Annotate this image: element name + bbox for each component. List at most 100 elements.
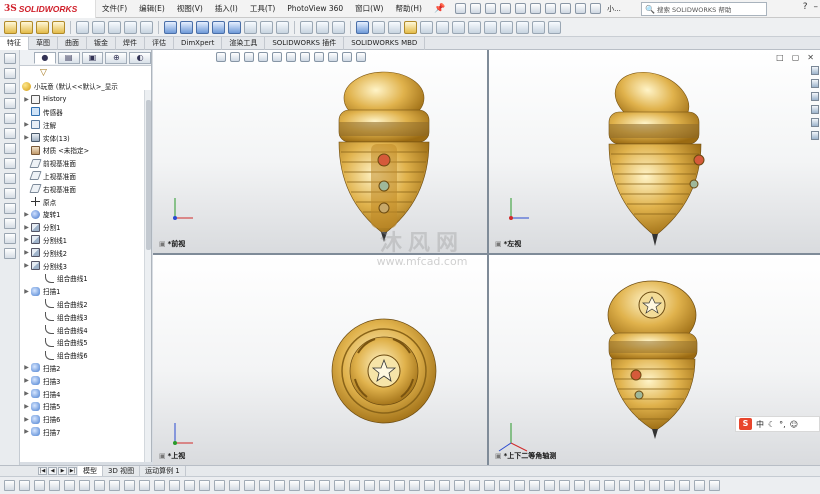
dimxpert-tab-icon[interactable]: ⊕ [105,51,128,64]
expand-arrow-icon[interactable]: ▶ [22,390,31,397]
curves-icon[interactable] [316,20,329,34]
rebuild-icon[interactable] [560,3,572,14]
zoom-area-icon[interactable] [484,20,497,34]
minimize-icon[interactable]: – [814,2,819,12]
construction-icon[interactable] [349,480,360,491]
viewport-splitter-vertical[interactable] [487,50,489,465]
resources-icon[interactable] [811,66,819,75]
expand-arrow-icon[interactable]: ▶ [22,403,31,410]
tree-item[interactable]: 原点 [22,195,151,208]
tool-icon[interactable] [3,98,16,109]
options-gear-icon[interactable] [590,3,602,14]
tree-item[interactable]: ▶ 扫描1 [22,285,151,298]
tool-icon[interactable] [3,128,16,139]
decal-icon[interactable] [649,480,660,491]
relation-icon[interactable] [244,480,255,491]
section-view-icon[interactable] [452,20,465,34]
tree-item[interactable]: 组合曲线3 [22,310,151,323]
tab-surfaces[interactable]: 曲面 [58,37,87,50]
tree-item[interactable]: 上视基准面 [22,170,151,183]
tree-item[interactable]: ▶ 扫描4 [22,387,151,400]
move-icon[interactable] [229,480,240,491]
view-icon[interactable] [679,480,690,491]
shaded-sketch-icon[interactable] [319,480,330,491]
draft-icon[interactable] [212,20,225,34]
undo-icon[interactable] [530,3,542,14]
expand-arrow-icon[interactable]: ▶ [22,236,31,243]
ime-toolbar[interactable]: S 中 ☾ °, ☺ [735,416,820,432]
parabola-icon[interactable] [439,480,450,491]
menu-view[interactable]: 视图(V) [171,3,209,14]
point-icon[interactable] [139,480,150,491]
tab-render-tools[interactable]: 渲染工具 [222,37,266,50]
pan-icon[interactable] [694,480,705,491]
intersect-icon[interactable] [260,20,273,34]
tree-item[interactable]: ▶ 扫描6 [22,413,151,426]
tool-icon[interactable] [3,233,16,244]
arc-icon[interactable] [79,480,90,491]
trim-icon[interactable] [154,480,165,491]
tree-item[interactable]: ▶ 分割1 [22,221,151,234]
tree-item[interactable]: ▶ History [22,93,151,106]
rib-icon[interactable] [196,20,209,34]
tab-evaluate[interactable]: 评估 [145,37,174,50]
new-document-icon[interactable] [470,3,482,14]
punctuation-icon[interactable]: °, [779,420,786,429]
zoom-area-icon[interactable] [230,52,240,62]
revolved-boss-icon[interactable] [20,20,33,34]
feature-tree-scrollbar[interactable] [144,90,151,462]
viewport-splitter-horizontal[interactable] [153,253,820,255]
rapid-sketch-icon[interactable] [289,480,300,491]
dynamic-annotation-icon[interactable] [272,52,282,62]
render-icon[interactable] [589,480,600,491]
view-orientation-icon[interactable] [356,20,369,34]
lofted-cut-icon[interactable] [140,20,153,34]
offset-icon[interactable] [184,480,195,491]
custom-properties-icon[interactable] [811,131,819,140]
design-library-icon[interactable] [811,79,819,88]
save-icon[interactable] [500,3,512,14]
hide-show-items-icon[interactable] [314,52,324,62]
rotate-view-icon[interactable] [500,20,513,34]
rectangle-icon[interactable] [49,480,60,491]
tree-item[interactable]: ▶ 扫描7 [22,426,151,439]
zoom-icon[interactable] [499,480,510,491]
close-icon[interactable]: ✕ [807,53,814,62]
expand-arrow-icon[interactable]: ▶ [22,224,31,231]
tree-item[interactable]: ▶ 扫描3 [22,374,151,387]
fillet-icon[interactable] [164,20,177,34]
slot-icon[interactable] [409,480,420,491]
edit-appearance-icon[interactable] [328,52,338,62]
tree-root[interactable]: 小玩意 (默认<<默认>_显示 [22,80,151,93]
menu-tools[interactable]: 工具(T) [244,3,281,14]
home-icon[interactable] [455,3,467,14]
menu-insert[interactable]: 插入(I) [209,3,244,14]
moon-icon[interactable]: ☾ [768,420,775,429]
lofted-boss-icon[interactable] [52,20,65,34]
display-icon[interactable] [469,480,480,491]
expand-arrow-icon[interactable]: ▶ [22,96,31,103]
extruded-boss-icon[interactable] [4,20,17,34]
convert-entities-icon[interactable] [169,480,180,491]
zoom-to-fit-icon[interactable] [468,20,481,34]
tree-item[interactable]: 右视基准面 [22,182,151,195]
tool-icon[interactable] [3,188,16,199]
tree-item[interactable]: ▶ 分割线2 [22,246,151,259]
help-icon[interactable]: ? [803,2,808,12]
help-search-box[interactable]: 🔍 搜索 SOLIDWORKS 帮助 [641,2,767,16]
sketch-icon[interactable] [4,480,15,491]
menu-edit[interactable]: 编辑(E) [133,3,171,14]
tree-item[interactable]: ▶ 扫描5 [22,400,151,413]
first-tab-icon[interactable]: |◀ [38,467,47,475]
tab-3d-views[interactable]: 3D 视图 [103,465,141,477]
sogou-icon[interactable]: S [739,418,752,430]
pin-icon[interactable]: 📌 [434,4,445,14]
swept-boss-icon[interactable] [36,20,49,34]
camera-icon[interactable] [604,480,615,491]
scene-icon[interactable] [634,480,645,491]
swept-cut-icon[interactable] [124,20,137,34]
file-explorer-icon[interactable] [811,92,819,101]
tool-icon[interactable] [3,203,16,214]
ime-language[interactable]: 中 [756,419,764,430]
hole-wizard-icon[interactable] [92,20,105,34]
